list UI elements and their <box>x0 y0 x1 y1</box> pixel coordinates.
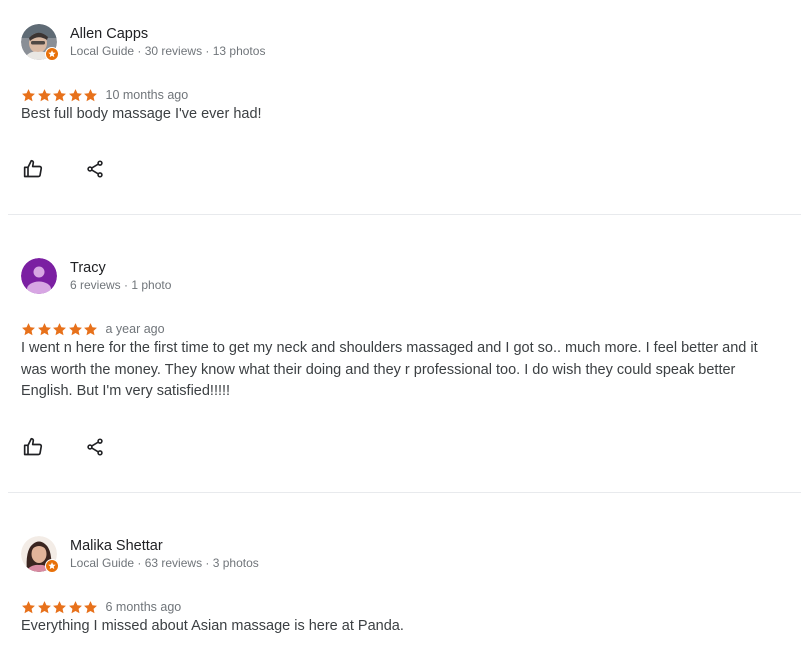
reviews-list: Allen Capps Local Guide · 30 reviews · 1… <box>0 0 801 657</box>
star-icon <box>68 322 82 335</box>
review-actions <box>21 435 107 459</box>
like-button[interactable] <box>21 435 45 459</box>
share-button[interactable] <box>83 435 107 459</box>
star-icon <box>22 322 35 335</box>
star-icon <box>84 600 97 613</box>
rating-row: 6 months ago <box>21 598 181 616</box>
review-divider <box>8 492 801 493</box>
default-person-avatar-icon <box>21 258 57 294</box>
star-icon <box>53 88 66 101</box>
review-actions <box>21 157 107 181</box>
star-icon <box>84 88 97 101</box>
review-author[interactable]: Tracy 6 reviews · 1 photo <box>21 258 171 294</box>
star-icon <box>22 600 35 613</box>
review-date: 6 months ago <box>105 600 182 614</box>
star-rating <box>21 600 99 615</box>
review-divider <box>8 214 801 215</box>
share-button[interactable] <box>83 157 107 181</box>
star-icon <box>53 322 66 335</box>
share-icon <box>87 160 103 178</box>
star-icon <box>84 322 97 335</box>
star-icon <box>37 322 51 335</box>
star-icon <box>68 600 82 613</box>
like-button[interactable] <box>21 157 45 181</box>
review-author[interactable]: Malika Shettar Local Guide · 63 reviews … <box>21 536 259 573</box>
share-icon <box>87 438 103 456</box>
author-name[interactable]: Allen Capps <box>70 25 265 43</box>
local-guide-badge-icon <box>45 47 59 61</box>
thumbs-up-icon <box>23 159 43 178</box>
thumbs-up-icon <box>23 437 43 456</box>
local-guide-badge-icon <box>45 559 59 573</box>
rating-row: a year ago <box>21 320 165 338</box>
author-meta: Local Guide · 30 reviews · 13 photos <box>70 44 266 58</box>
review-text: I went n here for the first time to get … <box>21 340 758 399</box>
star-icon <box>68 88 82 101</box>
author-name[interactable]: Tracy <box>70 259 171 277</box>
author-avatar[interactable] <box>21 258 57 294</box>
rating-row: 10 months ago <box>21 86 188 104</box>
author-meta: Local Guide · 63 reviews · 3 photos <box>70 556 259 570</box>
review-date: a year ago <box>105 322 165 336</box>
star-icon <box>53 600 66 613</box>
review-author[interactable]: Allen Capps Local Guide · 30 reviews · 1… <box>21 24 266 61</box>
star-rating <box>21 322 99 337</box>
author-avatar[interactable] <box>21 24 59 61</box>
star-rating <box>21 88 99 103</box>
star-icon <box>37 88 51 101</box>
review-text: Everything I missed about Asian massage … <box>21 618 404 634</box>
star-icon <box>22 88 35 101</box>
author-meta: 6 reviews · 1 photo <box>70 278 172 292</box>
review-text: Best full body massage I've ever had! <box>21 106 262 122</box>
review-date: 10 months ago <box>105 88 189 102</box>
author-name[interactable]: Malika Shettar <box>70 537 259 555</box>
star-icon <box>37 600 51 613</box>
author-avatar[interactable] <box>21 536 59 573</box>
